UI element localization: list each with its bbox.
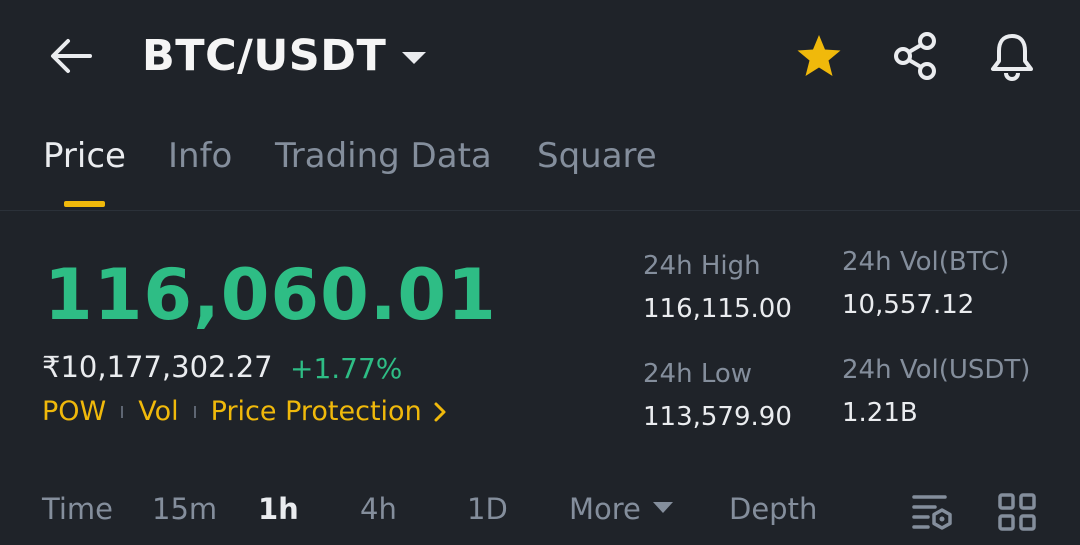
timeframe-time[interactable]: Time xyxy=(42,492,113,526)
grid-layout-icon xyxy=(998,493,1036,531)
high-value: 116,115.00 xyxy=(643,294,792,324)
grid-layout-button[interactable] xyxy=(993,490,1041,534)
tab-bar: Price Info Trading Data Square xyxy=(0,130,1080,211)
tag-row: POW Vol Price Protection xyxy=(42,396,448,427)
back-button[interactable] xyxy=(42,30,98,82)
divider xyxy=(121,405,124,418)
vol-usdt-label: 24h Vol(USDT) xyxy=(842,355,1031,385)
depth-button[interactable]: Depth xyxy=(729,492,817,526)
tab-info[interactable]: Info xyxy=(168,136,232,176)
timeframe-1d[interactable]: 1D xyxy=(467,492,508,526)
low-label: 24h Low xyxy=(643,359,753,389)
tag-pow[interactable]: POW xyxy=(42,396,106,427)
bell-icon xyxy=(991,34,1033,81)
caret-down-icon xyxy=(652,501,673,513)
timeframe-1h[interactable]: 1h xyxy=(258,492,299,526)
pair-title: BTC/USDT xyxy=(142,31,387,81)
tag-vol[interactable]: Vol xyxy=(138,396,178,427)
tab-trading-data[interactable]: Trading Data xyxy=(275,136,492,176)
vol-btc-label: 24h Vol(BTC) xyxy=(842,247,1010,277)
caret-down-icon xyxy=(402,52,427,64)
last-price: 116,060.01 xyxy=(44,254,497,336)
indicator-settings-icon xyxy=(912,495,952,530)
chevron-right-icon xyxy=(434,402,446,421)
share-button[interactable] xyxy=(888,30,944,82)
back-arrow-icon xyxy=(51,39,92,73)
price-change-percent: +1.77% xyxy=(290,352,403,385)
star-icon xyxy=(797,35,841,76)
favorite-button[interactable] xyxy=(791,30,847,82)
tag-price-protection[interactable]: Price Protection xyxy=(211,396,422,427)
high-label: 24h High xyxy=(643,251,761,281)
timeframe-more[interactable]: More xyxy=(569,492,673,526)
divider xyxy=(193,405,196,418)
low-value: 113,579.90 xyxy=(643,402,792,432)
share-icon xyxy=(894,32,936,80)
timeframe-more-label: More xyxy=(569,492,641,526)
tab-square[interactable]: Square xyxy=(537,136,657,176)
vol-btc-value: 10,557.12 xyxy=(842,290,975,320)
timeframe-15m[interactable]: 15m xyxy=(152,492,217,526)
vol-usdt-value: 1.21B xyxy=(842,398,918,428)
fiat-price: ₹10,177,302.27 xyxy=(42,350,273,384)
tab-price[interactable]: Price xyxy=(43,136,126,176)
alert-button[interactable] xyxy=(984,30,1040,82)
timeframe-4h[interactable]: 4h xyxy=(360,492,397,526)
indicator-settings-button[interactable] xyxy=(909,490,957,534)
active-tab-indicator xyxy=(64,201,105,207)
pair-selector[interactable]: BTC/USDT xyxy=(142,30,427,82)
